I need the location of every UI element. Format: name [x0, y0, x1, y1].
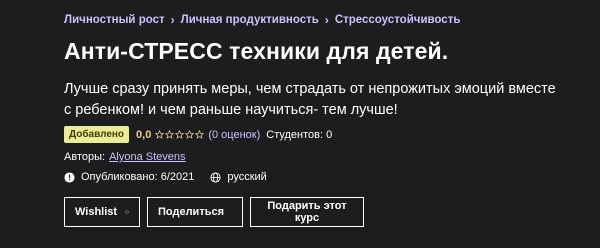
globe-icon: [210, 171, 221, 183]
students-count: Студентов: 0: [266, 128, 333, 141]
chevron-right-icon: ›: [324, 13, 329, 27]
heart-icon: [125, 210, 129, 214]
rating-count-link[interactable]: (0 оценок): [208, 129, 260, 141]
authors-line: Авторы: Alyona Stevens: [64, 151, 186, 163]
gift-label: Подарить этот курс: [267, 200, 347, 224]
breadcrumb-item-personal-productivity[interactable]: Личная продуктивность: [181, 14, 319, 26]
course-title: Анти-СТРЕСС техники для детей.: [64, 38, 449, 64]
wishlist-label: Wishlist: [75, 206, 118, 218]
published-date: Опубликовано: 6/2021: [81, 171, 195, 183]
course-actions: Wishlist Поделиться Подарить этот курс: [64, 197, 364, 227]
gift-course-button[interactable]: Подарить этот курс: [250, 197, 364, 227]
breadcrumb: Личностный рост › Личная продуктивность …: [64, 13, 460, 27]
star-outline-icon: [175, 130, 185, 139]
course-info: Опубликовано: 6/2021 русский: [64, 171, 283, 183]
author-link[interactable]: Alyona Stevens: [109, 151, 185, 163]
course-headline: Лучше сразу принять меры, чем страдать о…: [64, 81, 556, 118]
published-info: Опубликовано: 6/2021: [64, 171, 194, 183]
course-meta: Добавлено 0,0 (0 оценок) Студентов: 0: [64, 126, 332, 143]
rating-stars: [155, 130, 205, 139]
wishlist-button[interactable]: Wishlist: [64, 197, 140, 227]
star-outline-icon: [165, 130, 175, 139]
share-label: Поделиться: [157, 206, 225, 218]
alert-circle-icon: [64, 171, 75, 183]
breadcrumb-item-stress-resistance[interactable]: Стрессоустойчивость: [335, 14, 461, 26]
rating-value: 0,0: [136, 128, 152, 141]
star-outline-icon: [195, 130, 205, 139]
authors-label: Авторы:: [64, 151, 106, 163]
chevron-right-icon: ›: [170, 13, 175, 27]
status-badge: Добавлено: [64, 126, 130, 143]
share-button[interactable]: Поделиться: [147, 197, 243, 227]
star-outline-icon: [185, 130, 195, 139]
language-info: русский: [210, 171, 267, 183]
star-outline-icon: [155, 130, 165, 139]
breadcrumb-item-personal-growth[interactable]: Личностный рост: [64, 14, 165, 26]
course-language: русский: [227, 171, 267, 183]
